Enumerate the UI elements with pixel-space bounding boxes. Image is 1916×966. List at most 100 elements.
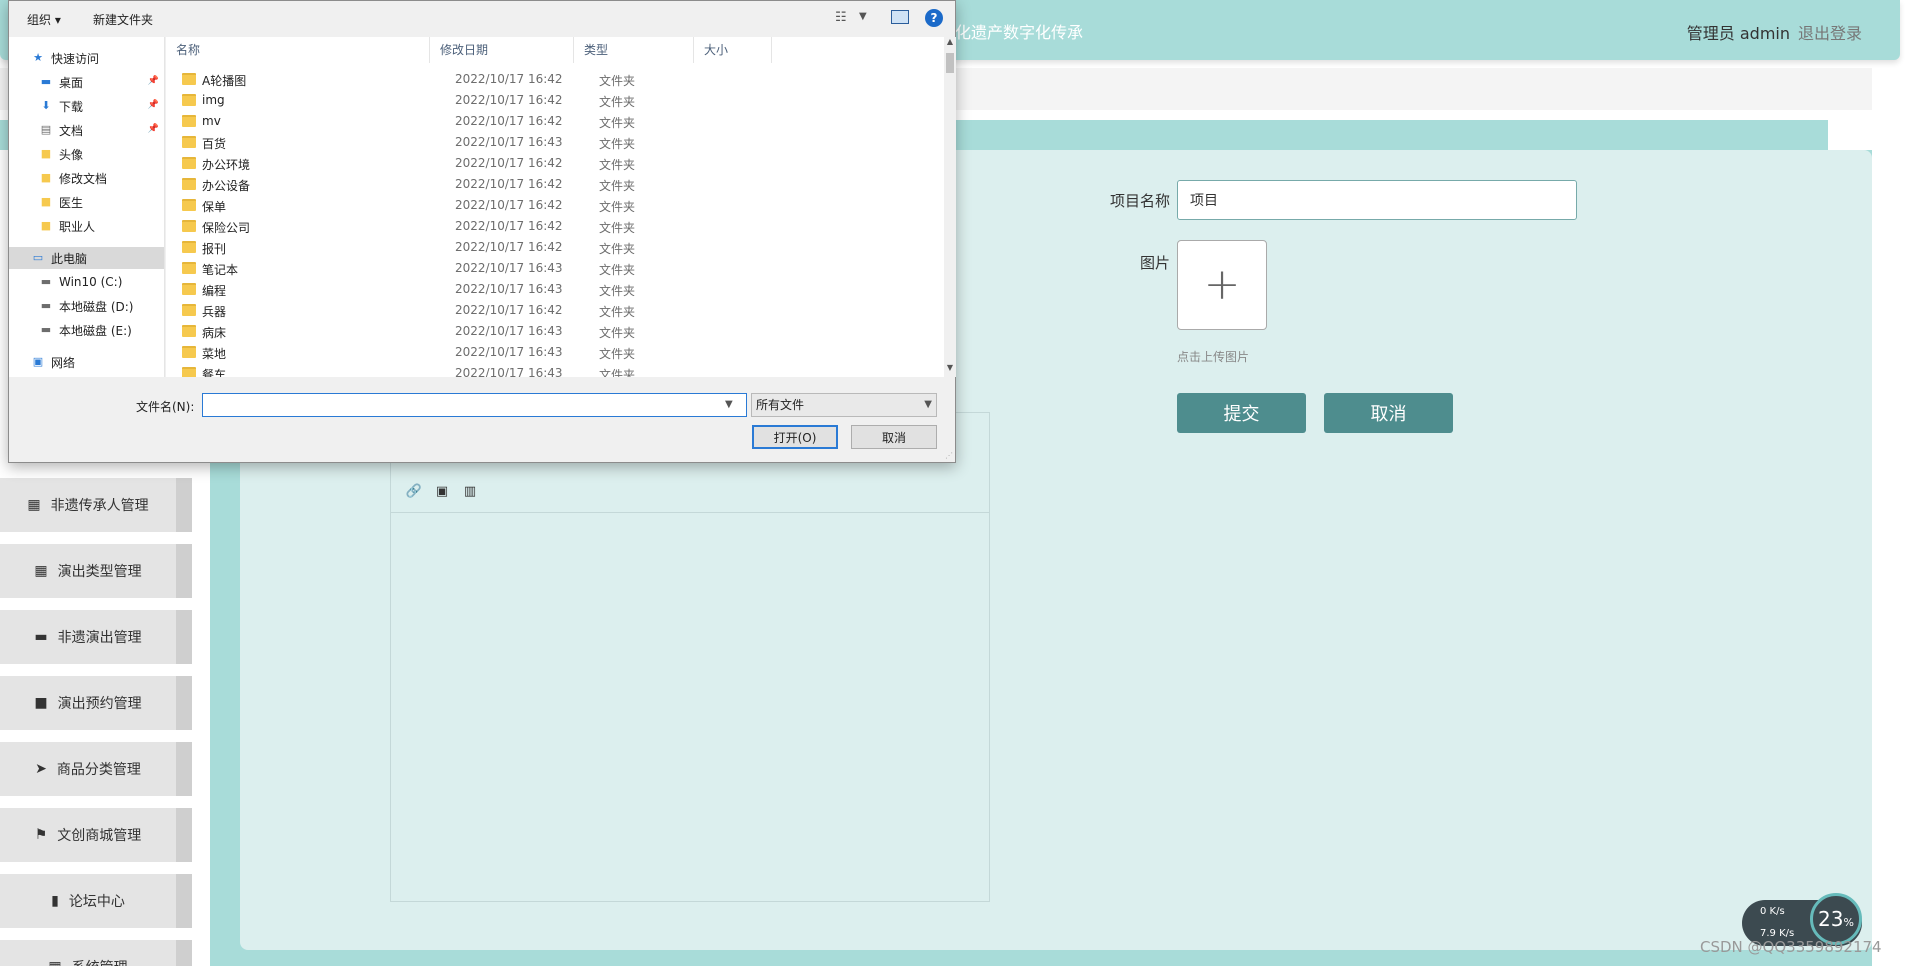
- folder-icon: [182, 115, 196, 127]
- sidebar-item[interactable]: ■ 演出预约管理: [0, 676, 192, 730]
- image-upload-button[interactable]: +: [1177, 240, 1267, 330]
- file-row[interactable]: 报刊 2022/10/17 16:42 文件夹: [166, 237, 936, 258]
- resize-grip-icon[interactable]: ⋰: [945, 451, 953, 460]
- nav-item[interactable]: ▣ 网络: [9, 351, 164, 373]
- nav-item-label: 修改文档: [59, 171, 108, 186]
- nav-item[interactable]: ■ 修改文档: [9, 167, 164, 189]
- rich-text-editor[interactable]: 🔗 ▣ ▥: [390, 412, 990, 902]
- dialog-cancel-button[interactable]: 取消: [851, 425, 937, 449]
- cancel-button[interactable]: 取消: [1324, 393, 1453, 433]
- chevron-down-icon[interactable]: ▼: [725, 399, 733, 410]
- pin-icon[interactable]: 📌: [148, 76, 159, 86]
- file-row[interactable]: 保单 2022/10/17 16:42 文件夹: [166, 195, 936, 216]
- percent-unit: %: [1843, 916, 1854, 929]
- column-header-date[interactable]: 修改日期: [430, 37, 574, 63]
- link-icon[interactable]: 🔗: [405, 483, 423, 501]
- nav-item-label: 本地磁盘 (E:): [59, 323, 132, 338]
- nav-item[interactable]: ▬ Win10 (C:): [9, 271, 164, 293]
- nav-item-label: 医生: [59, 195, 84, 210]
- nav-item-label: Win10 (C:): [59, 275, 123, 289]
- nav-item[interactable]: ■ 头像: [9, 143, 164, 165]
- file-row[interactable]: A轮播图 2022/10/17 16:42 文件夹: [166, 69, 936, 90]
- sidebar-item[interactable]: ▮ 论坛中心: [0, 874, 192, 928]
- file-row[interactable]: 菜地 2022/10/17 16:43 文件夹: [166, 342, 936, 363]
- sidebar-item-label: 系统管理: [72, 957, 128, 966]
- nav-item[interactable]: ▤ 文档 📌: [9, 119, 164, 141]
- file-row[interactable]: 保险公司 2022/10/17 16:42 文件夹: [166, 216, 936, 237]
- sidebar-item[interactable]: ⚑ 文创商城管理: [0, 808, 192, 862]
- column-header-name[interactable]: 名称: [166, 37, 430, 63]
- navigation-pane: ★ 快速访问 ▬ 桌面 📌 ⬇ 下载 📌 ▤ 文档 📌 ■ 头像 ■ 修改文档 ■ 医生 ■ 职业人 ▭ 此电脑 ▬ Win…: [9, 37, 165, 377]
- file-name: img: [202, 93, 225, 107]
- scroll-up-icon[interactable]: ▲: [944, 37, 956, 51]
- scrollbar-thumb[interactable]: [946, 53, 954, 73]
- view-options-icon[interactable]: ☷: [835, 10, 847, 25]
- project-name-label: 项目名称: [1110, 192, 1171, 210]
- column-header-size[interactable]: 大小: [694, 37, 772, 63]
- folder-icon: [182, 94, 196, 106]
- watermark: CSDN @QQ3359892174: [1700, 938, 1882, 956]
- submit-button[interactable]: 提交: [1177, 393, 1306, 433]
- file-type: 文件夹: [599, 158, 636, 172]
- folder-icon: [182, 136, 196, 148]
- nav-item-label: 本地磁盘 (D:): [59, 299, 134, 314]
- sidebar-item[interactable]: ▬ 非遗演出管理: [0, 610, 192, 664]
- file-type: 文件夹: [599, 137, 636, 151]
- file-row[interactable]: mv 2022/10/17 16:42 文件夹: [166, 111, 936, 132]
- scroll-down-icon[interactable]: ▼: [944, 363, 956, 377]
- column-header-type[interactable]: 类型: [574, 37, 694, 63]
- file-name: 菜地: [202, 347, 227, 361]
- file-row[interactable]: 餐车 2022/10/17 16:43 文件夹: [166, 363, 936, 377]
- preview-pane-icon[interactable]: [891, 10, 909, 24]
- file-name: 餐车: [202, 368, 227, 377]
- image-icon[interactable]: ▣: [433, 483, 451, 501]
- sidebar-item[interactable]: ▦ 系统管理: [0, 940, 192, 966]
- chevron-down-icon[interactable]: ▼: [859, 11, 867, 22]
- file-date: 2022/10/17 16:43: [455, 366, 563, 377]
- upload-hint: 点击上传图片: [1177, 350, 1250, 364]
- folder-icon: [182, 346, 196, 358]
- file-type-select[interactable]: 所有文件 ▼: [751, 393, 937, 417]
- nav-item[interactable]: ★ 快速访问: [9, 47, 164, 69]
- vertical-scrollbar[interactable]: ▲ ▼: [944, 37, 956, 377]
- file-date: 2022/10/17 16:42: [455, 240, 563, 254]
- nav-item[interactable]: ▬ 本地磁盘 (D:): [9, 295, 164, 317]
- file-row[interactable]: img 2022/10/17 16:42 文件夹: [166, 90, 936, 111]
- nav-item[interactable]: ⬇ 下载 📌: [9, 95, 164, 117]
- sidebar-item-label: 论坛中心: [68, 894, 125, 910]
- file-row[interactable]: 编程 2022/10/17 16:43 文件夹: [166, 279, 936, 300]
- file-type-value: 所有文件: [756, 398, 805, 412]
- video-icon[interactable]: ▥: [461, 483, 479, 501]
- nav-item[interactable]: ■ 职业人: [9, 215, 164, 237]
- file-name: 保单: [202, 200, 227, 214]
- file-row[interactable]: 兵器 2022/10/17 16:42 文件夹: [166, 300, 936, 321]
- file-row[interactable]: 办公设备 2022/10/17 16:42 文件夹: [166, 174, 936, 195]
- nav-item[interactable]: ■ 医生: [9, 191, 164, 213]
- pin-icon[interactable]: 📌: [148, 124, 159, 134]
- sidebar-item[interactable]: ▦ 非遗传承人管理: [0, 478, 192, 532]
- project-name-input[interactable]: [1177, 180, 1577, 220]
- folder-icon: ■: [40, 219, 52, 232]
- file-row[interactable]: 办公环境 2022/10/17 16:42 文件夹: [166, 153, 936, 174]
- logout-link[interactable]: 退出登录: [1798, 20, 1862, 44]
- file-row[interactable]: 笔记本 2022/10/17 16:43 文件夹: [166, 258, 936, 279]
- nav-item-label: 文档: [59, 123, 84, 138]
- nav-item-label: 网络: [51, 355, 76, 370]
- filename-input[interactable]: [202, 393, 747, 417]
- file-row[interactable]: 病床 2022/10/17 16:43 文件夹: [166, 321, 936, 342]
- help-icon[interactable]: ?: [925, 9, 943, 27]
- nav-item[interactable]: ▭ 此电脑: [9, 247, 164, 269]
- new-folder-button[interactable]: 新建文件夹: [93, 11, 153, 28]
- nav-item[interactable]: ▬ 桌面 📌: [9, 71, 164, 93]
- organize-button[interactable]: 组织 ▾: [27, 11, 61, 28]
- file-date: 2022/10/17 16:43: [455, 324, 563, 338]
- sidebar-item[interactable]: ▦ 演出类型管理: [0, 544, 192, 598]
- grid-icon: ▦: [48, 959, 61, 966]
- sidebar-item[interactable]: ➤ 商品分类管理: [0, 742, 192, 796]
- pin-icon[interactable]: 📌: [148, 100, 159, 110]
- folder-icon: [182, 262, 196, 274]
- nav-item[interactable]: ▬ 本地磁盘 (E:): [9, 319, 164, 341]
- nav-item-label: 下载: [59, 99, 84, 114]
- file-row[interactable]: 百货 2022/10/17 16:43 文件夹: [166, 132, 936, 153]
- open-button[interactable]: 打开(O): [752, 425, 838, 449]
